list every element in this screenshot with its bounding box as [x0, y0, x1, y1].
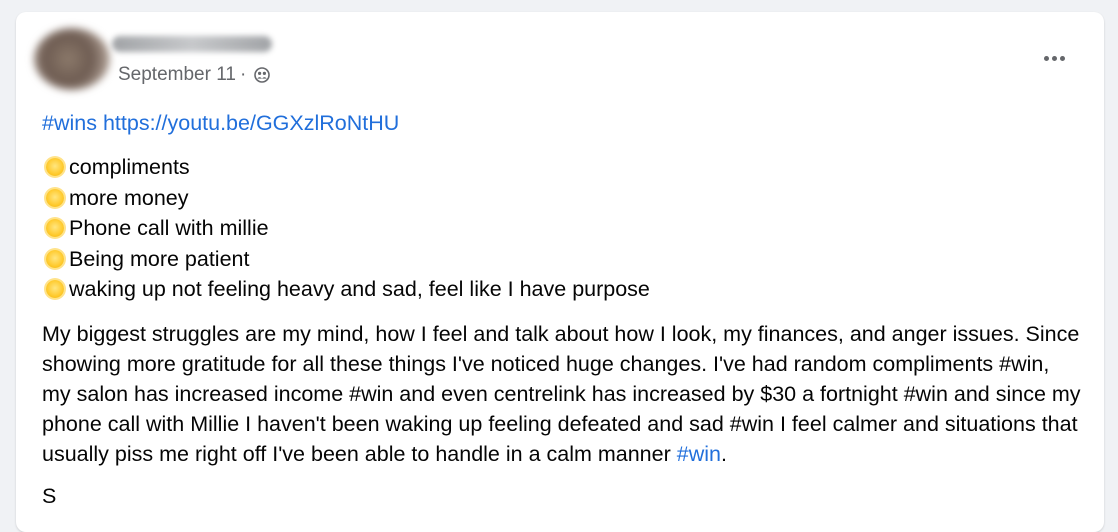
sun-icon [46, 188, 64, 207]
friends-icon[interactable] [254, 67, 271, 83]
list-item: waking up not feeling heavy and sad, fee… [42, 274, 1082, 305]
meta-separator: · [239, 64, 247, 85]
post-card: September 11 · #wins https://youtu.be/GG… [16, 12, 1104, 532]
post-date[interactable]: September 11 [118, 64, 236, 86]
sun-icon [46, 219, 64, 238]
list-item: more money [42, 183, 1082, 214]
sun-icon [46, 158, 64, 177]
body-paragraph: My biggest struggles are my mind, how I … [42, 319, 1082, 469]
list-item: Being more patient [42, 244, 1082, 275]
post-meta: September 11 · [118, 64, 271, 86]
hashtag-win-link[interactable]: #win [677, 442, 721, 466]
more-options-button[interactable] [1040, 48, 1068, 68]
body-text: My biggest struggles are my mind, how I … [42, 321, 1081, 466]
list-item: Phone call with millie [42, 213, 1082, 244]
body-end: . [720, 441, 727, 466]
list-item: compliments [42, 152, 1082, 183]
ellipsis-icon [1043, 55, 1049, 61]
wins-list: compliments more money Phone call with m… [42, 152, 1082, 305]
cut-off-text: S [42, 483, 57, 508]
post-content: #wins https://youtu.be/GGXzlRoNtHU compl… [42, 108, 1082, 511]
youtube-link[interactable]: https://youtu.be/GGXzlRoNtHU [103, 111, 399, 135]
avatar[interactable] [34, 28, 110, 90]
author-name-blurred[interactable] [112, 36, 272, 52]
sun-icon [46, 249, 64, 268]
hashtag-link[interactable]: #wins [42, 111, 97, 135]
sun-icon [46, 280, 64, 299]
link-line: #wins https://youtu.be/GGXzlRoNtHU [42, 108, 1082, 138]
